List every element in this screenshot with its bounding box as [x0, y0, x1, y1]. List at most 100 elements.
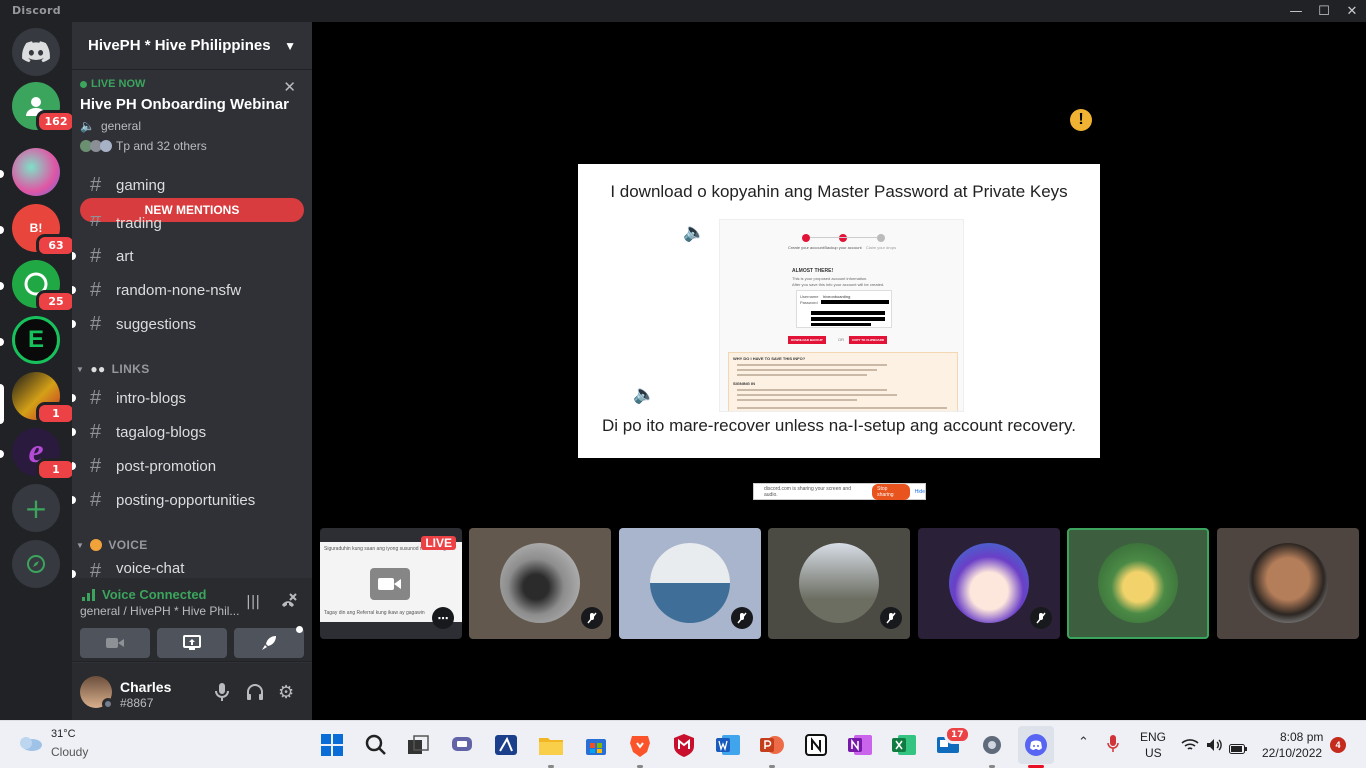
- speaker-icon: 🔈: [633, 384, 656, 405]
- home-button[interactable]: [12, 28, 60, 76]
- speaker-icon: 🔈: [80, 119, 95, 133]
- unread-badge: 63: [36, 234, 76, 257]
- channel-post-promotion[interactable]: # post-promotion: [80, 450, 304, 482]
- channel-suggestions[interactable]: # suggestions: [80, 308, 304, 340]
- participant-tile[interactable]: [918, 528, 1060, 639]
- participant-tile[interactable]: [768, 528, 910, 639]
- server-icon-creature[interactable]: [12, 148, 60, 196]
- participant-tile[interactable]: [469, 528, 611, 639]
- microphone-in-use-icon[interactable]: [1107, 735, 1119, 757]
- username[interactable]: Charles: [120, 679, 171, 695]
- screen-share-notice: discord.com is sharing your screen and a…: [753, 483, 926, 500]
- chat-icon[interactable]: [448, 731, 476, 759]
- server-icon-e-green[interactable]: E: [12, 316, 60, 364]
- more-options-icon[interactable]: ⋯: [432, 607, 454, 629]
- clock-time[interactable]: 8:08 pm: [1280, 730, 1323, 744]
- participant-tile-speaking[interactable]: [1067, 528, 1209, 639]
- brave-browser-icon[interactable]: [626, 731, 654, 759]
- hash-icon: #: [90, 244, 102, 267]
- windows-taskbar: 31°C Cloudy 17 ⌃ ENG US 8:08 pm 22/10/20…: [0, 720, 1366, 768]
- event-channel: 🔈 general: [80, 119, 141, 133]
- task-view-icon[interactable]: [404, 731, 432, 759]
- muted-icon: [731, 607, 753, 629]
- channel-voice-chat[interactable]: # voice-chat: [80, 560, 304, 578]
- channel-random-none-nsfw[interactable]: # random-none-nsfw: [80, 274, 304, 306]
- hash-icon: #: [90, 454, 102, 477]
- activity-button[interactable]: [234, 628, 304, 658]
- noise-suppression-icon[interactable]: |||: [246, 594, 260, 610]
- hide-button[interactable]: Hide: [915, 489, 925, 495]
- microphone-icon[interactable]: [215, 683, 229, 705]
- channel-gaming[interactable]: # gaming: [80, 174, 304, 196]
- add-server-icon[interactable]: +: [12, 484, 60, 532]
- close-icon[interactable]: ✕: [283, 78, 296, 96]
- weather-temp[interactable]: 31°C: [51, 728, 76, 740]
- guild-name: HivePH * Hive Philippines: [88, 37, 271, 54]
- voice-emoji-icon: [90, 539, 103, 551]
- stop-sharing-button[interactable]: Stop sharing: [872, 483, 910, 500]
- excel-icon[interactable]: [890, 731, 918, 759]
- notion-icon[interactable]: [802, 731, 830, 759]
- channel-art[interactable]: # art: [80, 240, 304, 272]
- battery-icon[interactable]: [1229, 739, 1247, 758]
- gear-icon[interactable]: ⚙: [278, 682, 294, 703]
- minimize-button[interactable]: —: [1281, 0, 1311, 22]
- attendee-avatars: [80, 140, 112, 152]
- voice-location[interactable]: general / HivePH * Hive Phil...: [80, 604, 239, 618]
- category-links[interactable]: ▼ ●● LINKS: [76, 362, 150, 376]
- mcafee-icon[interactable]: [670, 731, 698, 759]
- notification-center-badge[interactable]: 4: [1330, 737, 1346, 753]
- disconnect-icon[interactable]: [278, 591, 298, 615]
- store-icon[interactable]: [582, 731, 610, 759]
- live-event-card[interactable]: LIVE NOW Hive PH Onboarding Webinar 🔈 ge…: [80, 78, 304, 178]
- maximize-button[interactable]: ☐: [1309, 0, 1339, 22]
- wifi-icon[interactable]: [1181, 737, 1199, 756]
- powerpoint-icon[interactable]: [758, 731, 786, 759]
- chevron-up-icon[interactable]: ⌃: [1078, 735, 1089, 750]
- chevron-down-icon: ▼: [76, 540, 85, 550]
- voice-status[interactable]: Voice Connected: [82, 587, 207, 602]
- participant-avatar: [650, 543, 730, 623]
- language-indicator[interactable]: ENG: [1140, 730, 1166, 744]
- start-button[interactable]: [318, 731, 346, 759]
- participant-tile[interactable]: [1217, 528, 1359, 639]
- channel-trading[interactable]: # trading: [80, 216, 304, 232]
- live-badge: LIVE: [421, 536, 456, 550]
- chevron-down-icon: ▼: [76, 364, 85, 374]
- weather-icon[interactable]: [16, 733, 44, 753]
- onenote-icon[interactable]: [846, 731, 874, 759]
- unread-badge: 162: [36, 110, 76, 133]
- volume-icon[interactable]: [1206, 737, 1224, 756]
- region-indicator[interactable]: US: [1145, 746, 1162, 760]
- clock-date[interactable]: 22/10/2022: [1262, 746, 1322, 760]
- shared-screen[interactable]: I download o kopyahin ang Master Passwor…: [578, 164, 1100, 458]
- headphones-icon[interactable]: [246, 683, 264, 705]
- hash-icon: #: [90, 216, 102, 231]
- channel-posting-opportunities[interactable]: # posting-opportunities: [80, 484, 304, 516]
- word-icon[interactable]: [714, 731, 742, 759]
- channel-intro-blogs[interactable]: # intro-blogs: [80, 382, 304, 414]
- activity-dot: [296, 626, 303, 633]
- warning-icon[interactable]: !: [1070, 109, 1092, 131]
- file-explorer-icon[interactable]: [537, 731, 565, 759]
- channel-tagalog-blogs[interactable]: # tagalog-blogs: [80, 416, 304, 448]
- pen-app-icon[interactable]: [492, 731, 520, 759]
- search-icon[interactable]: [362, 731, 390, 759]
- stream-preview-tile[interactable]: Siguraduhin kung saan ang iyong susunod …: [320, 528, 462, 639]
- participant-tile[interactable]: [619, 528, 761, 639]
- explore-servers-icon[interactable]: [12, 540, 60, 588]
- guild-header[interactable]: HivePH * Hive Philippines ▼: [72, 22, 312, 70]
- weather-desc[interactable]: Cloudy: [51, 745, 88, 759]
- settings-icon[interactable]: [978, 731, 1006, 759]
- direct-messages-icon[interactable]: 162: [12, 82, 76, 133]
- unread-indicator: [0, 170, 4, 178]
- muted-icon: [880, 607, 902, 629]
- video-button[interactable]: [80, 628, 150, 658]
- category-voice[interactable]: ▼ VOICE: [76, 538, 148, 552]
- screen-share-button[interactable]: [157, 628, 227, 658]
- hash-icon: #: [90, 488, 102, 511]
- close-window-button[interactable]: ✕: [1337, 0, 1366, 22]
- event-title: Hive PH Onboarding Webinar: [80, 96, 289, 113]
- discord-taskbar-button[interactable]: [1018, 726, 1054, 764]
- stream-stage: ! I download o kopyahin ang Master Passw…: [312, 22, 1366, 720]
